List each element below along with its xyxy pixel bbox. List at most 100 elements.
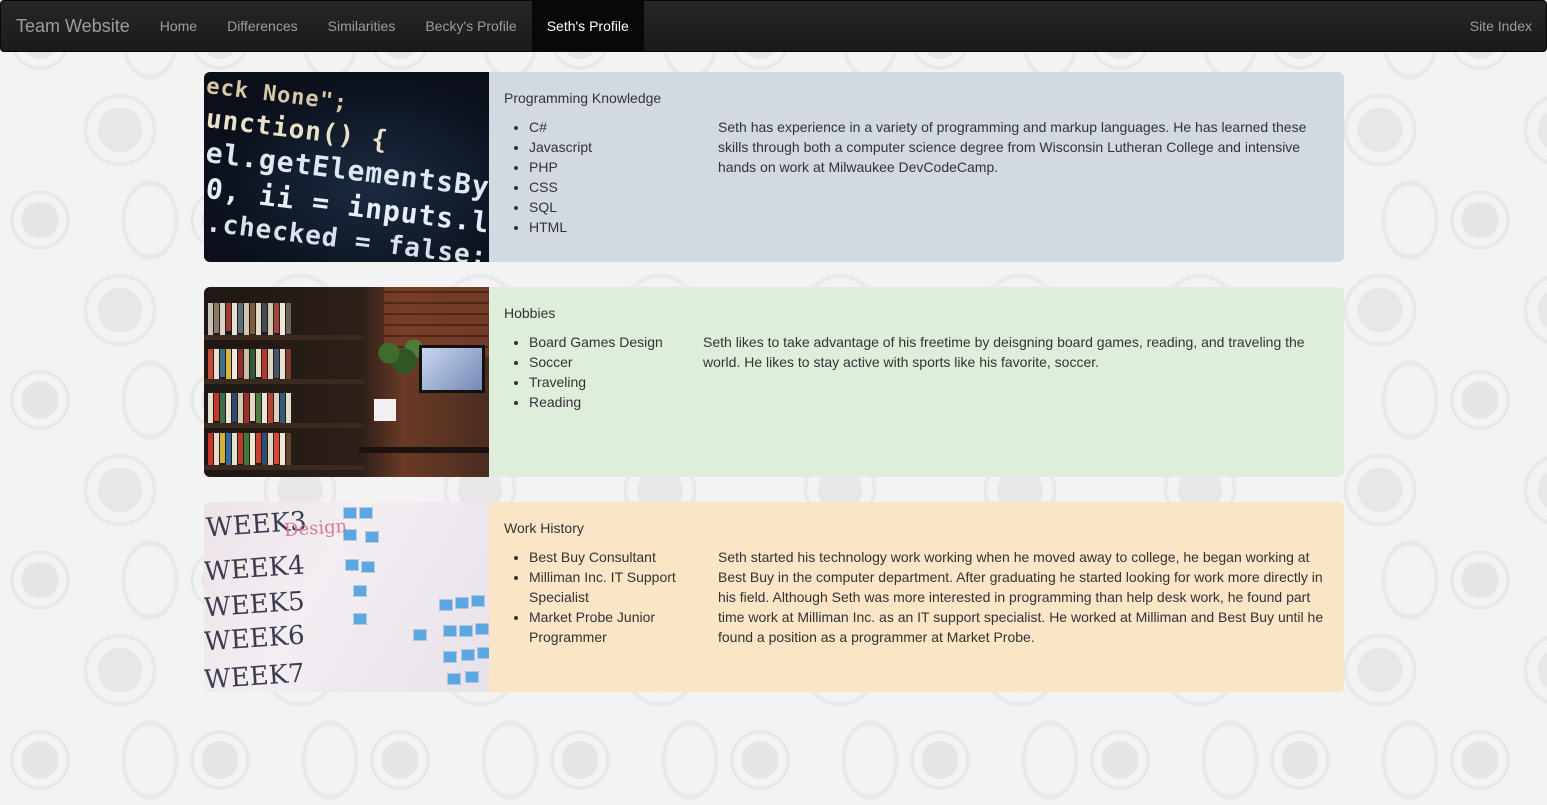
card-row: Best Buy Consultant Milliman Inc. IT Sup…	[504, 547, 1329, 647]
book	[256, 393, 261, 423]
whiteboard-text: Design	[283, 515, 348, 542]
card-title: Work History	[504, 520, 584, 536]
whiteboard-text: WEEK6	[204, 620, 306, 658]
list-item: Traveling	[529, 372, 703, 392]
sticky-note	[366, 532, 378, 542]
book	[220, 349, 225, 377]
book	[256, 303, 261, 335]
book	[286, 433, 291, 465]
list-item: CSS	[529, 177, 718, 197]
hobbies-card: Hobbies Board Games Design Soccer Travel…	[204, 287, 1344, 477]
sticky-note	[462, 650, 474, 660]
sticky-note	[478, 648, 489, 658]
book	[208, 303, 213, 335]
book	[280, 349, 285, 379]
book	[250, 433, 255, 465]
work-history-card: WEEK3 Design WEEK4 WEEK5 WEEK6 WEEK7 Wor…	[204, 502, 1344, 692]
whiteboard-image: WEEK3 Design WEEK4 WEEK5 WEEK6 WEEK7	[204, 502, 489, 692]
book	[220, 433, 225, 463]
brand-link[interactable]: Team Website	[1, 1, 145, 51]
card-body: Hobbies Board Games Design Soccer Travel…	[489, 287, 1344, 477]
card-row: C# Javascript PHP CSS SQL HTML Seth has …	[504, 117, 1329, 237]
list-item: Soccer	[529, 352, 703, 372]
book	[280, 433, 285, 465]
nav-seths-profile[interactable]: Seth's Profile	[531, 1, 644, 51]
book	[214, 433, 219, 465]
book	[268, 303, 273, 335]
list-item: PHP	[529, 157, 718, 177]
sticky-note	[344, 530, 356, 540]
sticky-note	[476, 624, 488, 634]
shelf	[204, 379, 364, 384]
book	[208, 349, 213, 379]
desk	[359, 447, 489, 453]
book	[220, 393, 225, 423]
book	[238, 303, 243, 333]
card-title: Hobbies	[504, 305, 556, 321]
book	[244, 433, 249, 465]
book	[286, 349, 291, 379]
book	[244, 349, 249, 379]
book	[238, 433, 243, 464]
list-item: Board Games Design	[529, 332, 703, 352]
book	[280, 393, 285, 423]
monitor	[419, 345, 485, 393]
list-item: Best Buy Consultant	[529, 547, 718, 567]
book	[262, 393, 267, 423]
book	[256, 349, 261, 377]
list-item: Milliman Inc. IT Support Specialist	[529, 567, 718, 607]
shelf	[204, 335, 364, 340]
bookshelf-image	[204, 287, 489, 477]
sticky-note	[466, 672, 478, 682]
whiteboard-text: WEEK4	[204, 550, 306, 588]
book	[274, 349, 279, 378]
book	[232, 433, 237, 465]
book	[238, 349, 243, 378]
sticky-note	[344, 508, 356, 518]
book	[214, 349, 219, 379]
sticky-note	[444, 652, 456, 662]
list-item: Market Probe Junior Programmer	[529, 607, 718, 647]
book	[250, 393, 255, 421]
code-screen-image: eck None"; unction() { el.getElementsByT…	[204, 72, 489, 262]
sticky-note	[472, 596, 484, 606]
book	[226, 393, 231, 423]
book	[268, 393, 273, 423]
books-row	[208, 393, 291, 423]
book	[214, 303, 219, 333]
book	[274, 303, 279, 333]
nav-site-index[interactable]: Site Index	[1455, 1, 1546, 51]
book	[262, 349, 267, 379]
nav-home[interactable]: Home	[145, 1, 212, 51]
sticky-note	[448, 674, 460, 684]
nav-similarities[interactable]: Similarities	[313, 1, 411, 51]
book	[262, 433, 267, 465]
book	[274, 433, 279, 464]
shelf	[204, 465, 364, 470]
card-description: Seth likes to take advantage of his free…	[703, 334, 1305, 370]
book	[268, 349, 273, 379]
nav-differences[interactable]: Differences	[212, 1, 313, 51]
book	[214, 393, 219, 421]
book	[244, 393, 249, 423]
whiteboard-text: WEEK7	[204, 658, 306, 692]
nav-list: Home Differences Similarities Becky's Pr…	[145, 1, 644, 51]
work-list: Best Buy Consultant Milliman Inc. IT Sup…	[504, 547, 718, 647]
white-box	[374, 399, 396, 421]
book	[232, 303, 237, 335]
book	[274, 393, 279, 422]
whiteboard-text: WEEK5	[204, 586, 306, 624]
navbar: Team Website Home Differences Similariti…	[0, 0, 1547, 52]
book	[256, 433, 261, 463]
books-row	[208, 433, 291, 465]
card-body: Work History Best Buy Consultant Millima…	[489, 502, 1344, 692]
sticky-note	[354, 586, 366, 596]
book	[208, 393, 213, 423]
book	[226, 303, 231, 331]
hobbies-list: Board Games Design Soccer Traveling Read…	[504, 332, 703, 412]
sticky-note	[414, 630, 426, 640]
book	[262, 303, 267, 332]
card-row: Board Games Design Soccer Traveling Read…	[504, 332, 1329, 412]
nav-beckys-profile[interactable]: Becky's Profile	[410, 1, 531, 51]
sticky-note	[444, 626, 456, 636]
